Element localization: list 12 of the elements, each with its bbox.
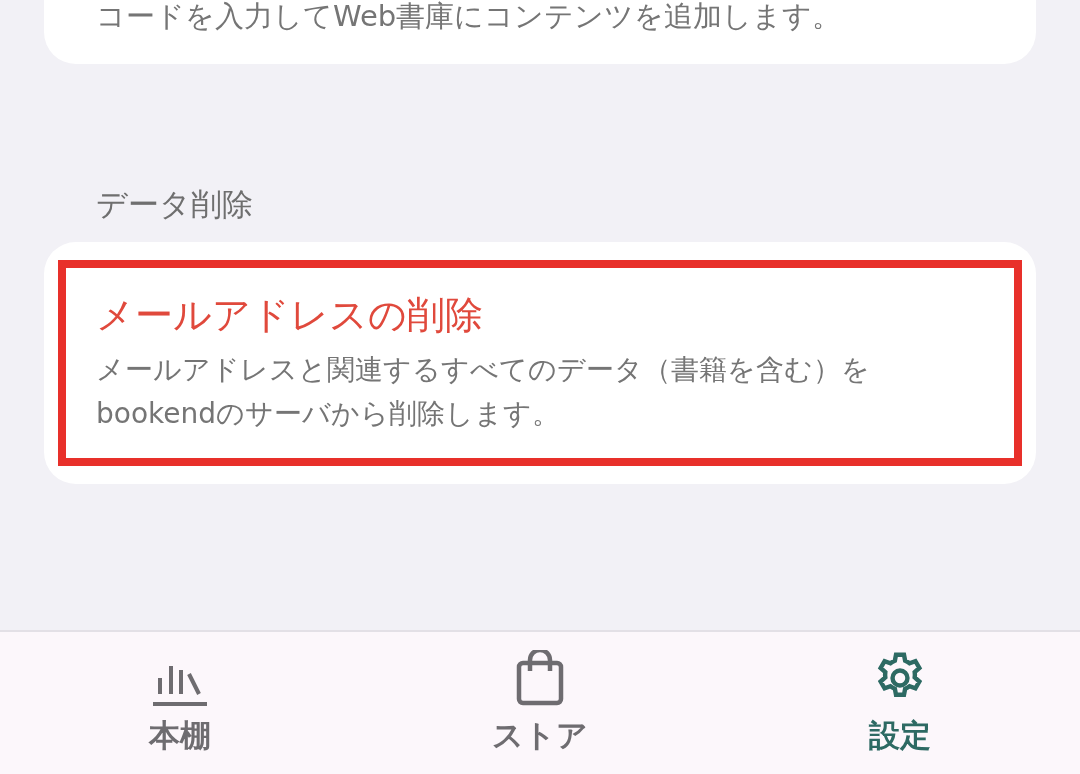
shopping-bag-icon bbox=[516, 649, 564, 706]
nav-label: 設定 bbox=[869, 715, 931, 755]
nav-label: ストア bbox=[492, 715, 588, 755]
description-text: コードを入力してWeb書庫にコンテンツを追加します。 bbox=[96, 0, 843, 35]
item-description: メールアドレスと関連するすべてのデータ（書籍を含む）をbookendのサーバから削除します。 bbox=[96, 352, 871, 432]
item-title: メールアドレスの削除 bbox=[96, 292, 484, 339]
delete-email-item[interactable]: メールアドレスの削除 メールアドレスと関連するすべてのデータ（書籍を含む）をbookendのサーバから削除します。 bbox=[58, 260, 1022, 466]
nav-label: 本棚 bbox=[149, 715, 211, 755]
nav-tab[interactable]: 設定 bbox=[720, 632, 1080, 774]
nav-tab[interactable]: ストア bbox=[360, 632, 720, 774]
nav-tab[interactable]: 本棚 bbox=[0, 632, 360, 774]
section-heading: データ削除 bbox=[95, 185, 254, 224]
